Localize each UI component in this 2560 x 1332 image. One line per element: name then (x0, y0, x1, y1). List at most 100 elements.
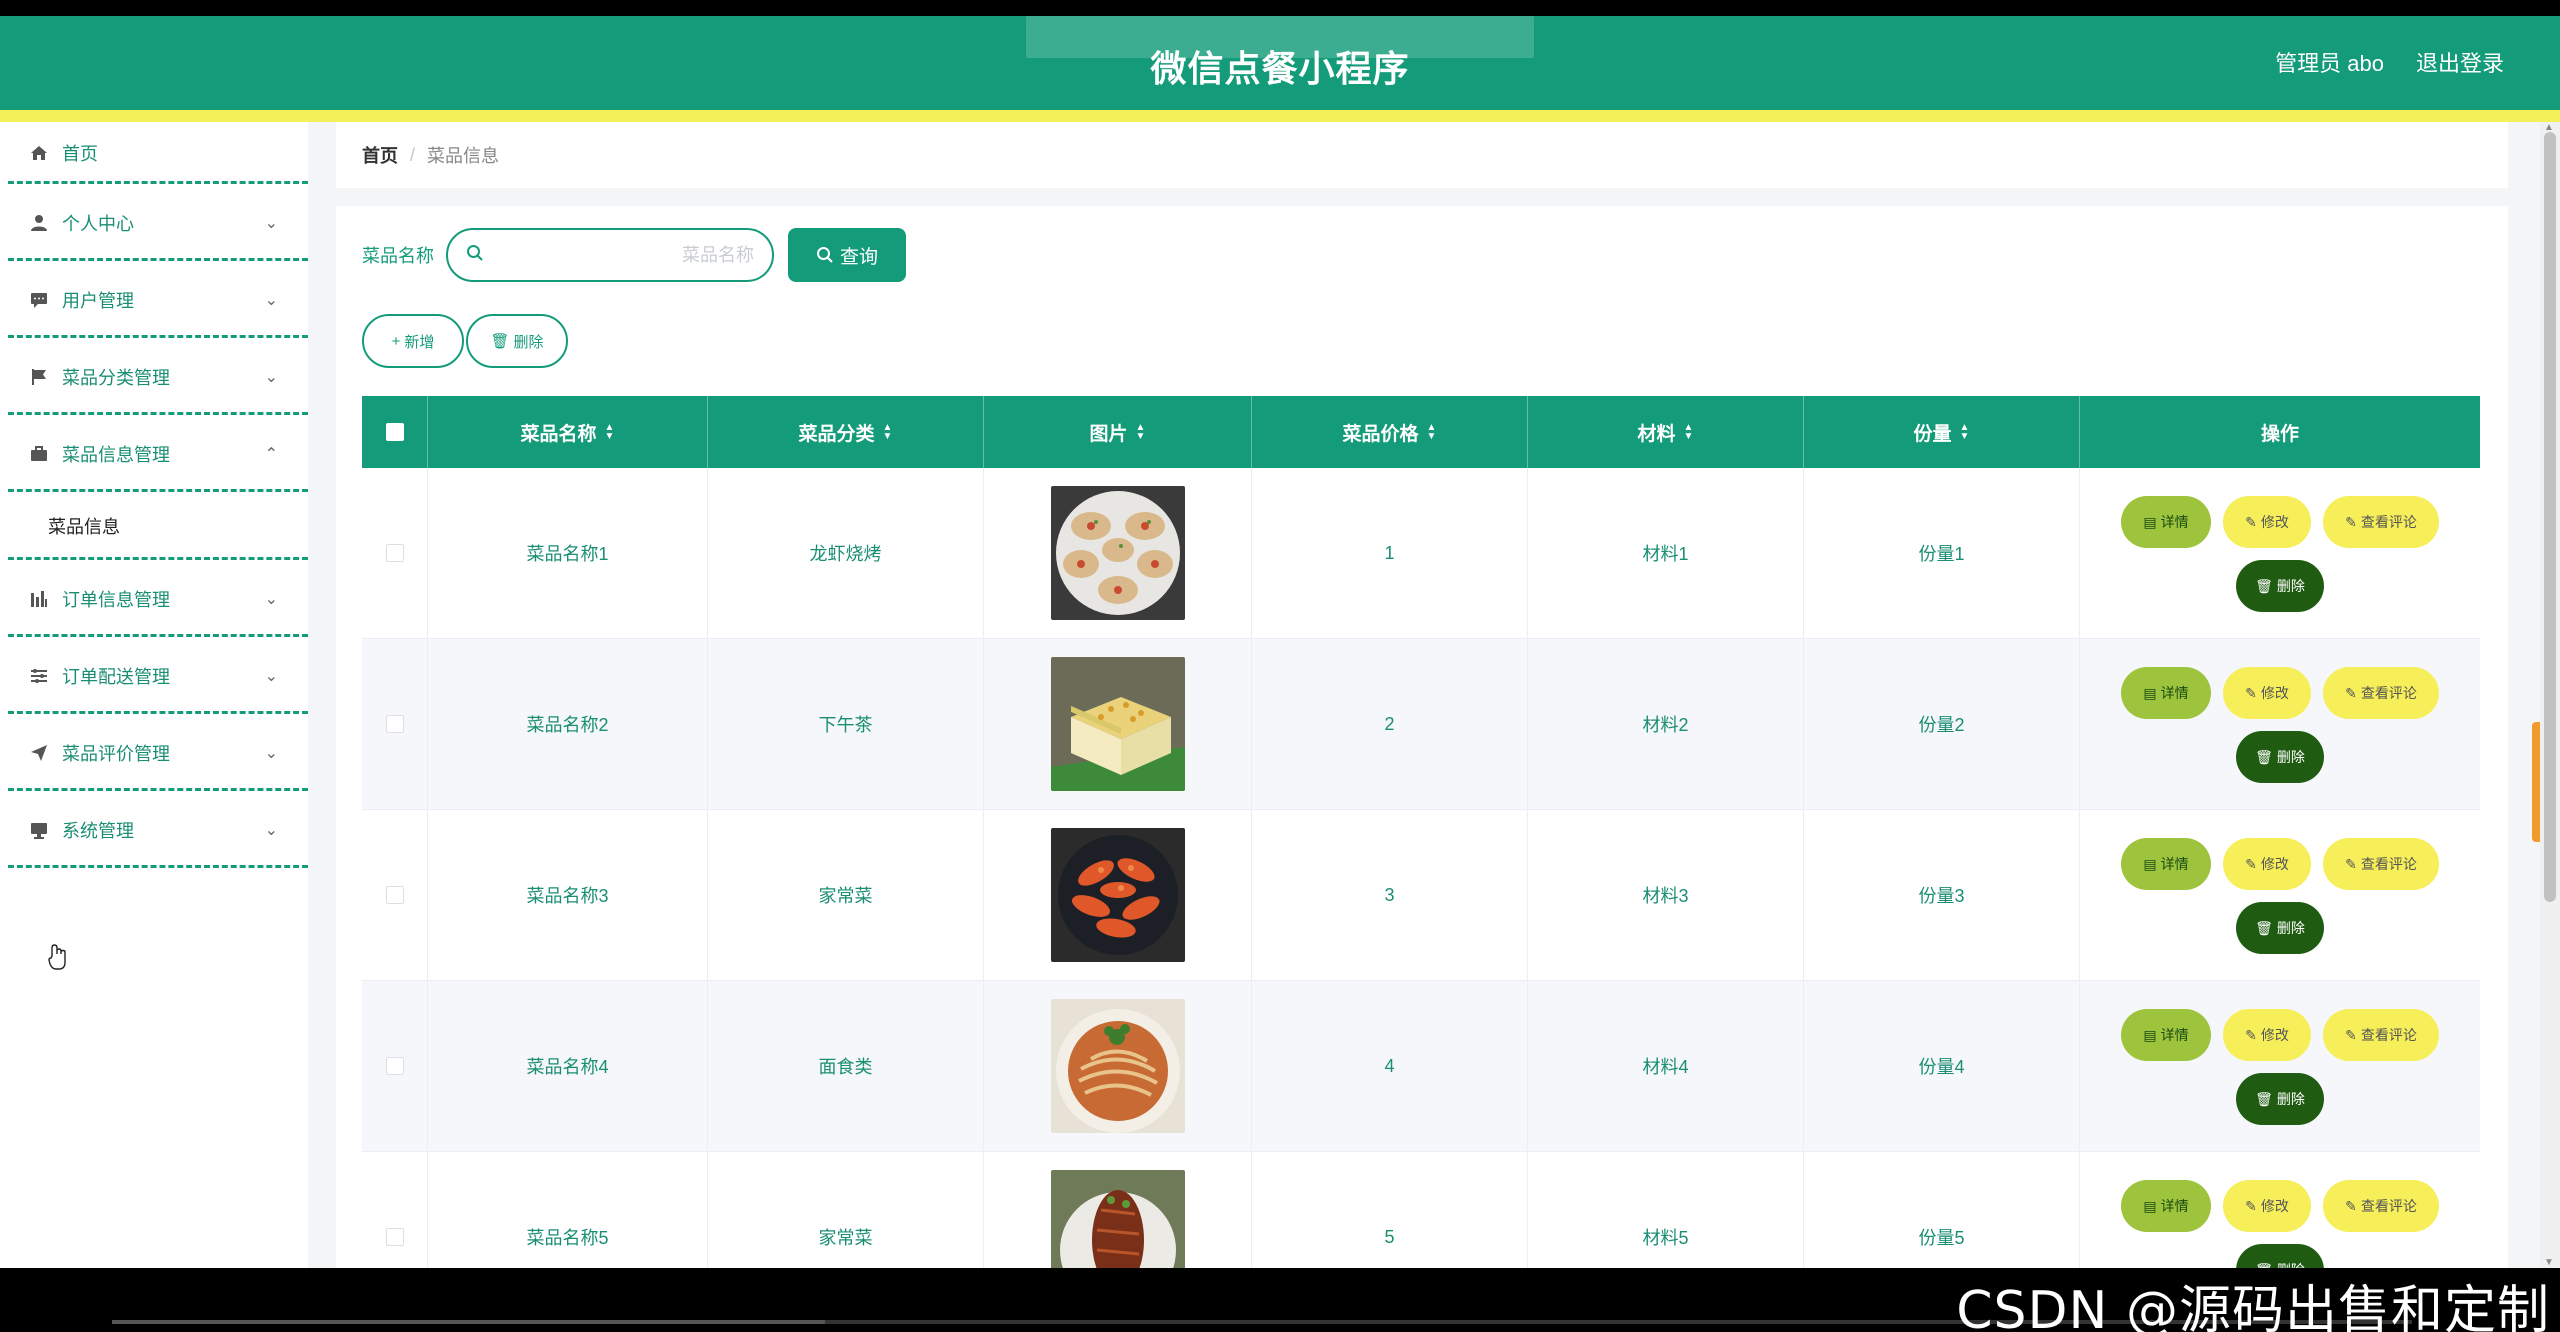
sidebar-item-reviews[interactable]: 菜品评价管理 ⌄ (0, 714, 308, 791)
cell-category: 下午茶 (708, 639, 984, 809)
sidebar-item-dish-info[interactable]: 菜品信息管理 ⌃ (0, 415, 308, 492)
plus-icon: + (391, 332, 401, 350)
logout-link[interactable]: 退出登录 (2416, 46, 2504, 78)
dish-image-noodles[interactable] (1050, 999, 1185, 1133)
sort-icon[interactable]: ▲ ▼ (1427, 423, 1437, 442)
pencil-icon: ✎ (2245, 855, 2257, 872)
sidebar-item-system[interactable]: 系统管理 ⌄ (0, 791, 308, 868)
submenu-item-dish-info[interactable]: 菜品信息 (0, 492, 308, 560)
edit-button[interactable]: ✎ 修改 (2223, 1009, 2311, 1061)
dish-table: 菜品名称 ▲ ▼ 菜品分类 ▲ ▼ 图片 ▲ ▼ 菜品价格 ▲ ▼ 材料 ▲ ▼ 份量 ▲ ▼ 操作 菜… (362, 396, 2480, 1268)
doc-icon: ▤ (2143, 684, 2157, 701)
sidebar-item-home[interactable]: 首页 (0, 122, 308, 184)
delete-button-label: 删除 (513, 333, 544, 351)
row-checkbox[interactable] (385, 715, 404, 733)
sidebar-item-label: 菜品评价管理 (62, 743, 170, 764)
cell-ops: ▤详情 ✎修改 ✎查看评论 🗑删除 (2080, 1152, 2480, 1268)
detail-button[interactable]: ▤ 详情 (2121, 1009, 2211, 1061)
row-actions-top: ▤ 详情 ✎ 修改 ✎ 查看评论 (2121, 667, 2439, 719)
view-review-button[interactable]: ✎ 查看评论 (2323, 496, 2439, 548)
sort-icon[interactable]: ▲ ▼ (883, 423, 893, 442)
edit-button-label: 修改 (2260, 1198, 2289, 1214)
row-select-cell (362, 1152, 428, 1268)
header-quantity[interactable]: 份量 ▲ ▼ (1804, 396, 2080, 468)
scroll-down-arrow[interactable]: ▼ (2544, 1257, 2554, 1268)
dish-image-shrimp[interactable] (1050, 828, 1185, 962)
header-name[interactable]: 菜品名称 ▲ ▼ (428, 396, 708, 468)
side-float-tab[interactable] (2532, 722, 2540, 842)
cell-name: 菜品名称3 (428, 810, 708, 980)
row-delete-button-label: 删除 (2277, 1260, 2305, 1268)
view-review-button[interactable]: ✎ 查看评论 (2323, 1009, 2439, 1061)
detail-button[interactable]: ▤ 详情 (2121, 496, 2211, 548)
cell-image (984, 468, 1252, 638)
header-select-all[interactable] (362, 396, 428, 468)
edit-button[interactable]: ✎ 修改 (2223, 838, 2311, 890)
sort-icon[interactable]: ▲ ▼ (1136, 423, 1146, 442)
row-actions-top: ▤ 详情 ✎ 修改 ✎ 查看评论 (2121, 1180, 2439, 1232)
row-delete-button[interactable]: 🗑删除 (2236, 902, 2324, 954)
row-delete-button[interactable]: 🗑删除 (2236, 1244, 2324, 1268)
cell-price: 3 (1252, 810, 1528, 980)
cell-quantity: 份量1 (1804, 468, 2080, 638)
sidebar-item-orders[interactable]: 订单信息管理 ⌄ (0, 560, 308, 637)
cell-category: 龙虾烧烤 (708, 468, 984, 638)
header-category[interactable]: 菜品分类 ▲ ▼ (708, 396, 984, 468)
view-review-button[interactable]: ✎ 查看评论 (2323, 1180, 2439, 1232)
header-label: 份量 (1913, 423, 1952, 445)
edit-button[interactable]: ✎ 修改 (2223, 667, 2311, 719)
sort-icon[interactable]: ▲ ▼ (1960, 423, 1970, 442)
dish-image-cake[interactable] (1050, 657, 1185, 791)
search-label: 菜品名称 (362, 246, 434, 266)
dish-image-fish[interactable] (1050, 1170, 1185, 1268)
row-actions: ▤详情 ✎修改 ✎查看评论 🗑删除 (2080, 1180, 2480, 1268)
header-material[interactable]: 材料 ▲ ▼ (1528, 396, 1804, 468)
header-image[interactable]: 图片 ▲ ▼ (984, 396, 1252, 468)
sort-icon[interactable]: ▲ ▼ (605, 423, 615, 442)
search-input[interactable] (490, 244, 754, 266)
chevron-down-icon: ⌄ (264, 291, 278, 309)
detail-button[interactable]: ▤ 详情 (2121, 1180, 2211, 1232)
row-delete-button[interactable]: 🗑删除 (2236, 1073, 2324, 1125)
view-review-button-label: 查看评论 (2360, 1198, 2417, 1214)
doc-icon: ▤ (2143, 1197, 2157, 1214)
row-actions: ▤详情 ✎修改 ✎查看评论 🗑删除 (2080, 496, 2480, 612)
row-delete-button[interactable]: 🗑删除 (2236, 731, 2324, 783)
app-body: 首页 个人中心 ⌄ 用户管理 ⌄ 菜品分类管理 ⌄ 菜品信息管理 ⌃ 菜品信息 … (0, 122, 2560, 1268)
table-row: 菜品名称3 家常菜 3 材料3 份量3 ▤ 详情 ✎ 修改 ✎ 查看评论 🗑 删… (362, 810, 2480, 981)
sort-icon[interactable]: ▲ ▼ (1684, 423, 1694, 442)
row-checkbox[interactable] (385, 886, 404, 904)
batch-delete-button[interactable]: 🗑 删除 (466, 314, 568, 368)
page-scrollbar[interactable]: ▲ ▼ (2540, 122, 2560, 1268)
chevron-down-icon: ⌄ (264, 744, 278, 762)
sidebar-item-category[interactable]: 菜品分类管理 ⌄ (0, 338, 308, 415)
dish-image-oysters[interactable] (1050, 486, 1185, 620)
cell-material: 材料4 (1528, 981, 1804, 1151)
row-checkbox[interactable] (385, 1228, 404, 1246)
select-all-checkbox[interactable] (385, 423, 404, 441)
header-label: 菜品名称 (520, 423, 597, 445)
row-delete-button[interactable]: 🗑删除 (2236, 560, 2324, 612)
admin-label[interactable]: 管理员 abo (2275, 46, 2384, 78)
breadcrumb-home[interactable]: 首页 (362, 142, 398, 168)
sidebar-item-delivery[interactable]: 订单配送管理 ⌄ (0, 637, 308, 714)
sidebar-item-personal[interactable]: 个人中心 ⌄ (0, 184, 308, 261)
edit-button[interactable]: ✎ 修改 (2223, 1180, 2311, 1232)
edit-button[interactable]: ✎ 修改 (2223, 496, 2311, 548)
sidebar-item-users[interactable]: 用户管理 ⌄ (0, 261, 308, 338)
search-button[interactable]: 查询 (788, 228, 906, 282)
cell-category: 家常菜 (708, 1152, 984, 1268)
row-checkbox[interactable] (385, 1057, 404, 1075)
detail-button[interactable]: ▤ 详情 (2121, 667, 2211, 719)
sidebar: 首页 个人中心 ⌄ 用户管理 ⌄ 菜品分类管理 ⌄ 菜品信息管理 ⌃ 菜品信息 … (0, 122, 308, 1268)
row-checkbox[interactable] (385, 544, 404, 562)
view-review-button[interactable]: ✎ 查看评论 (2323, 667, 2439, 719)
scroll-thumb[interactable] (2544, 132, 2556, 902)
content-card: 菜品名称 查询 + 新增 🗑 删除 (336, 206, 2508, 1268)
add-button[interactable]: + 新增 (362, 314, 464, 368)
mouse-cursor-icon (48, 944, 66, 970)
view-review-button[interactable]: ✎ 查看评论 (2323, 838, 2439, 890)
detail-button[interactable]: ▤ 详情 (2121, 838, 2211, 890)
header-price[interactable]: 菜品价格 ▲ ▼ (1252, 396, 1528, 468)
sidebar-item-label: 个人中心 (62, 213, 134, 234)
